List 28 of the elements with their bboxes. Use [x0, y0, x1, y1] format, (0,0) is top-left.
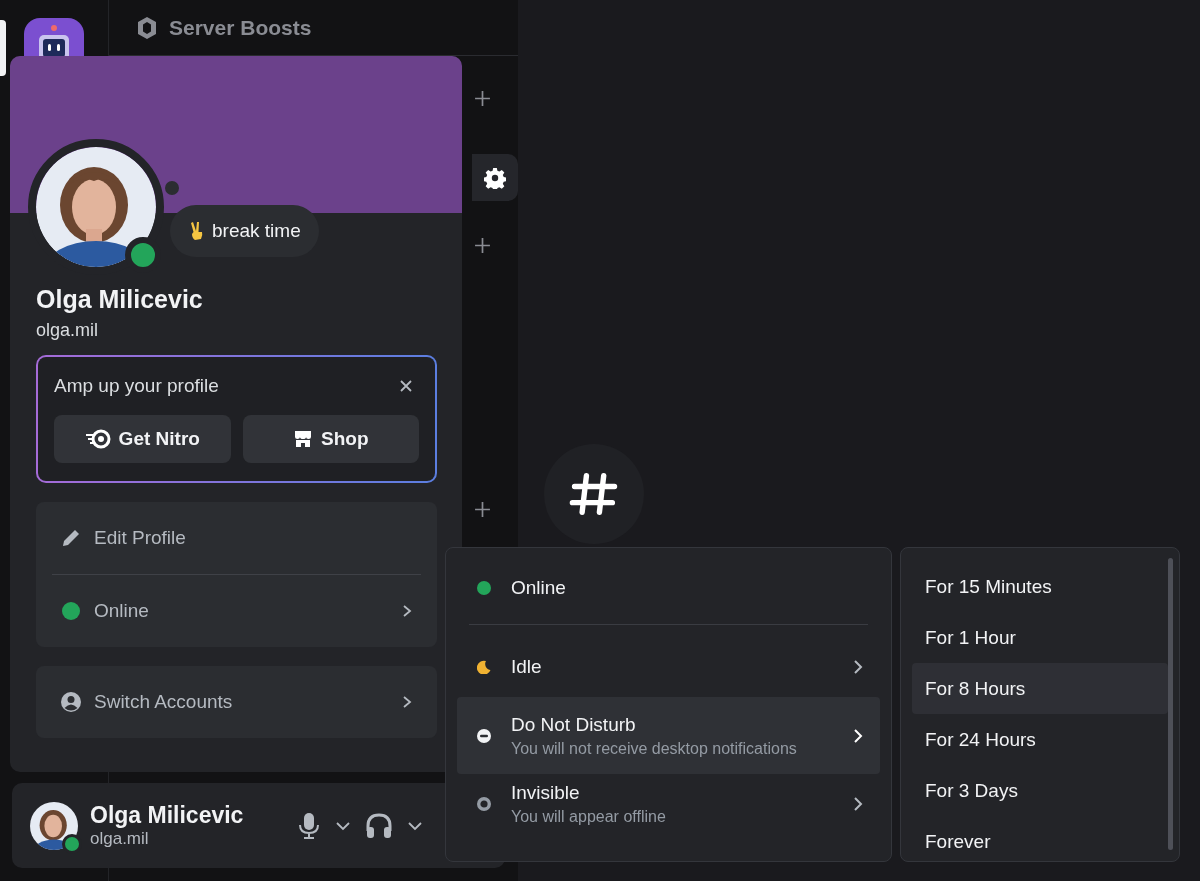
status-option[interactable]: Invisible You will appear offline [457, 776, 880, 832]
custom-status: break time [212, 220, 301, 242]
status-label: Invisible [511, 782, 581, 804]
promo-title: Amp up your profile [54, 375, 219, 397]
status-item[interactable]: Online [52, 575, 421, 647]
status-label: Idle [511, 656, 543, 678]
status-description: You will not receive desktop notifications [511, 739, 798, 758]
duration-option[interactable]: For 3 Days [912, 765, 1168, 816]
sidebar-header[interactable]: Server Boosts [169, 15, 312, 40]
duration-option[interactable]: For 24 Hours [912, 714, 1168, 765]
status-label: Do Not Disturb [511, 713, 637, 736]
display-name: Olga Milicevic [36, 285, 204, 314]
status-description: You will appear offline [511, 808, 667, 826]
display-name: Olga Milicevic [90, 802, 245, 829]
duration-option[interactable]: For 8 Hours [912, 663, 1168, 714]
edit-profile-item[interactable]: Edit Profile [52, 502, 421, 574]
username: olga.mil [36, 320, 100, 341]
status-label: Online [511, 577, 567, 599]
custom-status-bubble[interactable]: break time [170, 205, 319, 257]
nitro-button[interactable]: Get Nitro [54, 415, 231, 463]
username: olga.mil [90, 829, 150, 849]
shop-button[interactable]: Shop [242, 415, 419, 463]
duration-option[interactable]: For 15 Minutes [912, 561, 1168, 612]
duration-option[interactable]: For 1 Hour [912, 612, 1168, 663]
status-option[interactable]: Idle [457, 639, 880, 695]
status-option[interactable]: Do Not Disturb You will not receive desktop notifications [457, 697, 880, 774]
status-option[interactable]: Online [457, 560, 880, 616]
duration-option[interactable]: Forever [912, 816, 1168, 867]
